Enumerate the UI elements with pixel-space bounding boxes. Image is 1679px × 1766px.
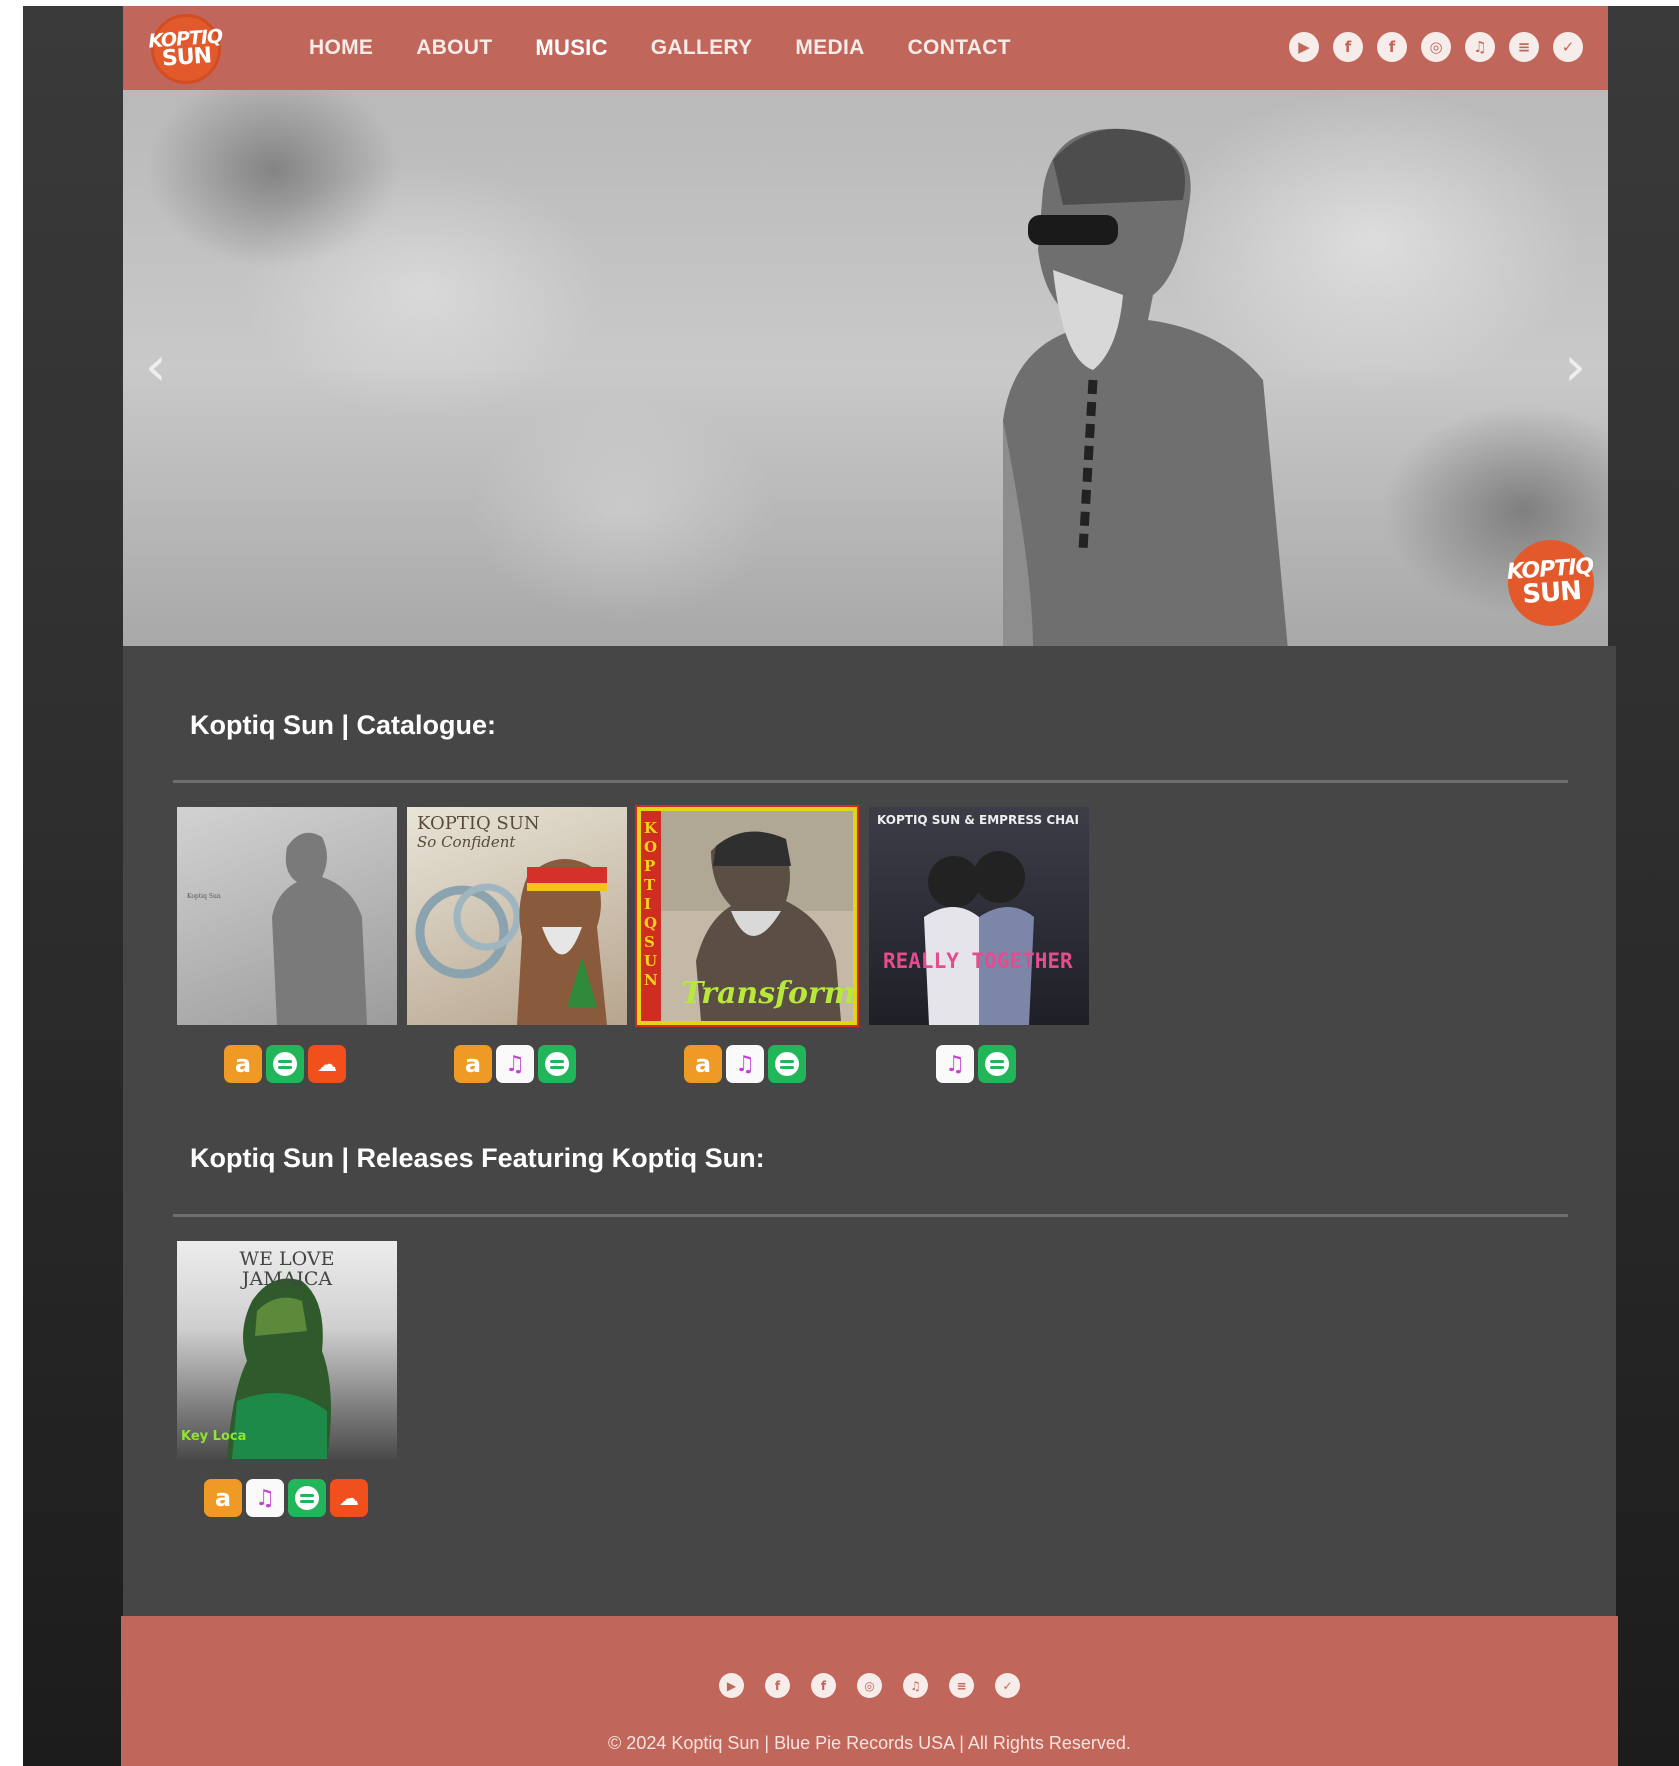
store-links: a ♫ bbox=[454, 1045, 576, 1083]
facebook-icon[interactable]: f bbox=[1333, 32, 1363, 62]
catalogue-title: Koptiq Sun | Catalogue: bbox=[190, 710, 497, 740]
nav-music[interactable]: MUSIC bbox=[535, 35, 607, 61]
spotify-icon[interactable]: ≡ bbox=[1509, 32, 1539, 62]
spotify-icon[interactable] bbox=[978, 1045, 1016, 1083]
album-cover[interactable]: KOPTIQ SUN & EMPRESS CHAI REALLY TOGETHE… bbox=[869, 807, 1089, 1025]
youtube-icon[interactable]: ▶ bbox=[719, 1673, 744, 1698]
twitter-icon[interactable]: ✓ bbox=[1553, 32, 1583, 62]
soundcloud-icon[interactable]: ☁ bbox=[308, 1045, 346, 1083]
album-art bbox=[924, 851, 1034, 1025]
hero-artist-photo bbox=[1003, 128, 1288, 646]
apple-music-icon[interactable]: ♫ bbox=[246, 1479, 284, 1517]
site-container: KOPTIQ SUN HOME ABOUT MUSIC GALLERY MEDI… bbox=[121, 6, 1618, 1766]
instagram-icon[interactable]: ◎ bbox=[857, 1673, 882, 1698]
spotify-icon[interactable] bbox=[266, 1045, 304, 1083]
header-social-links: ▶ f f ◎ ♫ ≡ ✓ bbox=[1289, 32, 1583, 62]
album-cover[interactable]: WE LOVE JAMAICA Key Loca bbox=[177, 1241, 397, 1459]
footer-social-links: ▶ f f ◎ ♫ ≡ ✓ bbox=[121, 1673, 1618, 1698]
main-nav: HOME ABOUT MUSIC GALLERY MEDIA CONTACT bbox=[309, 6, 1054, 90]
soundcloud-icon[interactable]: ☁ bbox=[330, 1479, 368, 1517]
site-logo[interactable]: KOPTIQ SUN bbox=[148, 11, 224, 87]
album-cover[interactable]: Koptiq Sun bbox=[177, 807, 397, 1025]
featuring-divider bbox=[173, 1214, 1568, 1217]
apple-music-icon[interactable]: ♫ bbox=[903, 1673, 928, 1698]
featuring-title: Koptiq Sun | Releases Featuring Koptiq S… bbox=[190, 1143, 765, 1173]
header: KOPTIQ SUN HOME ABOUT MUSIC GALLERY MEDI… bbox=[123, 6, 1608, 90]
amazon-icon[interactable]: a bbox=[684, 1045, 722, 1083]
store-links: a ♫ bbox=[684, 1045, 806, 1083]
album-cover[interactable]: KOPTIQ SUN So Confident bbox=[407, 807, 627, 1025]
youtube-icon[interactable]: ▶ bbox=[1289, 32, 1319, 62]
hero-prev-arrow[interactable]: ‹ bbox=[145, 340, 167, 394]
facebook-icon[interactable]: f bbox=[765, 1673, 790, 1698]
nav-gallery[interactable]: GALLERY bbox=[651, 36, 753, 60]
amazon-icon[interactable]: a bbox=[204, 1479, 242, 1517]
apple-music-icon[interactable]: ♫ bbox=[496, 1045, 534, 1083]
footer: ▶ f f ◎ ♫ ≡ ✓ © 2024 Koptiq Sun | Blue P… bbox=[121, 1616, 1618, 1766]
copyright-text: © 2024 Koptiq Sun | Blue Pie Records USA… bbox=[608, 1733, 1131, 1753]
cover-subtitle: REALLY TOGETHER bbox=[883, 949, 1073, 973]
hero-slideshow: ‹ › KOPTIQ SUN bbox=[123, 90, 1608, 646]
facebook-alt-icon[interactable]: f bbox=[811, 1673, 836, 1698]
cover-title: KOPTIQ SUN bbox=[417, 813, 540, 834]
cover-title: WE LOVE JAMAICA bbox=[239, 1248, 335, 1290]
cover-title: KOPTIQ SUN & EMPRESS CHAI bbox=[877, 813, 1079, 827]
amazon-icon[interactable]: a bbox=[454, 1045, 492, 1083]
album-art bbox=[272, 832, 367, 1025]
nav-contact[interactable]: CONTACT bbox=[908, 36, 1011, 60]
cover-title: Koptiq Sun bbox=[187, 893, 221, 900]
nav-about[interactable]: ABOUT bbox=[416, 36, 492, 60]
facebook-alt-icon[interactable]: f bbox=[1377, 32, 1407, 62]
music-content: Koptiq Sun | Catalogue: Koptiq Sun a ☁ K… bbox=[123, 646, 1616, 1616]
amazon-icon[interactable]: a bbox=[224, 1045, 262, 1083]
store-links: a ♫ ☁ bbox=[204, 1479, 368, 1517]
spotify-icon[interactable] bbox=[288, 1479, 326, 1517]
catalogue-divider bbox=[173, 780, 1568, 783]
cover-subtitle: Key Loca bbox=[181, 1429, 247, 1444]
nav-media[interactable]: MEDIA bbox=[795, 36, 864, 60]
spotify-icon[interactable] bbox=[538, 1045, 576, 1083]
cover-title: KOPTIQ SUN bbox=[644, 819, 658, 989]
spotify-icon[interactable] bbox=[768, 1045, 806, 1083]
nav-home[interactable]: HOME bbox=[309, 36, 373, 60]
store-links: ♫ bbox=[936, 1045, 1016, 1083]
apple-music-icon[interactable]: ♫ bbox=[726, 1045, 764, 1083]
instagram-icon[interactable]: ◎ bbox=[1421, 32, 1451, 62]
cover-subtitle: So Confident bbox=[417, 833, 516, 851]
hero-badge-line-2: SUN bbox=[1521, 576, 1582, 611]
twitter-icon[interactable]: ✓ bbox=[995, 1673, 1020, 1698]
logo-line-2: SUN bbox=[161, 42, 212, 72]
album-cover[interactable]: KOPTIQ SUN Transformed bbox=[635, 805, 859, 1027]
hero-logo-badge: KOPTIQ SUN bbox=[1505, 537, 1597, 629]
cover-subtitle: Transformed bbox=[681, 976, 856, 1011]
spotify-icon[interactable]: ≡ bbox=[949, 1673, 974, 1698]
hero-next-arrow[interactable]: › bbox=[1564, 340, 1586, 394]
store-links: a ☁ bbox=[224, 1045, 346, 1083]
apple-music-icon[interactable]: ♫ bbox=[1465, 32, 1495, 62]
apple-music-icon[interactable]: ♫ bbox=[936, 1045, 974, 1083]
